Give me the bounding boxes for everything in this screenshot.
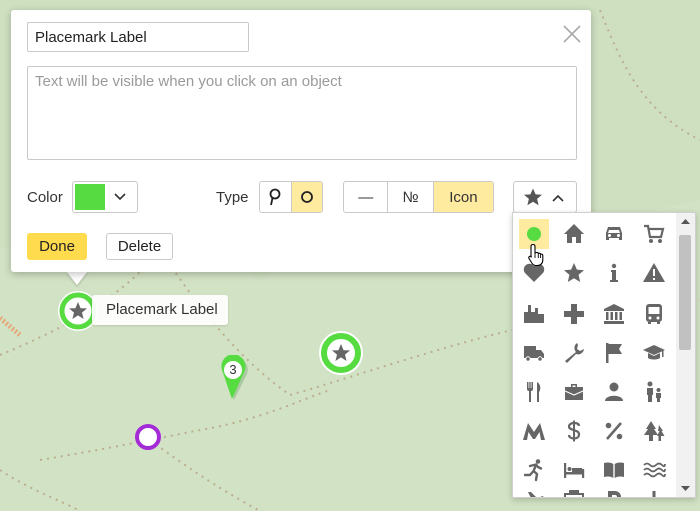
icon-option-cross[interactable] — [559, 299, 589, 329]
icon-option-star[interactable] — [559, 258, 589, 288]
scroll-down-button[interactable] — [676, 480, 695, 497]
wrench-icon — [565, 343, 584, 363]
placemark-circle-purple[interactable] — [135, 424, 161, 450]
cart-icon — [644, 224, 665, 243]
running-icon — [523, 459, 543, 482]
chevron-up-icon — [552, 194, 564, 202]
truck-icon — [524, 346, 544, 362]
placemark-description-input[interactable] — [27, 66, 577, 160]
close-icon — [563, 25, 581, 43]
percent-icon — [605, 422, 623, 440]
icon-option-percent[interactable] — [599, 416, 629, 446]
type-option-pin[interactable] — [260, 182, 292, 212]
family-icon — [647, 381, 661, 402]
icon-option-mountain[interactable] — [519, 416, 549, 446]
bed-icon — [564, 463, 585, 478]
icon-option-family[interactable] — [639, 377, 669, 407]
icon-option-book[interactable] — [599, 455, 629, 485]
color-swatch — [75, 184, 105, 210]
icon-option-wrench[interactable] — [559, 338, 589, 368]
trees-icon — [644, 421, 665, 441]
circle-icon — [300, 191, 313, 203]
dollar-icon — [567, 420, 581, 442]
cluster-pin[interactable]: 3 — [218, 355, 250, 401]
icon-option-flag[interactable] — [599, 338, 629, 368]
icon-option-bed[interactable] — [559, 455, 589, 485]
placemark-label[interactable]: Placemark Label — [92, 295, 228, 325]
scroll-up-button[interactable] — [676, 213, 695, 230]
content-style-selector: — № Icon — [343, 181, 494, 213]
cross-icon — [564, 304, 584, 324]
waves-icon — [643, 462, 666, 478]
type-selector — [259, 181, 323, 213]
factory-icon — [524, 305, 544, 323]
bank-icon — [604, 304, 624, 324]
color-label: Color — [27, 189, 63, 206]
icon-panel-scrollbar[interactable] — [676, 213, 695, 497]
style-option-none[interactable]: — — [344, 182, 389, 212]
mountain-icon — [523, 423, 545, 440]
hand-cursor-icon — [528, 243, 544, 267]
icon-option-plus[interactable] — [639, 485, 669, 497]
icon-option-person[interactable] — [599, 377, 629, 407]
home-icon — [564, 224, 584, 243]
icon-option-truck[interactable] — [519, 338, 549, 368]
icon-option-home[interactable] — [559, 219, 589, 249]
person-icon — [605, 382, 623, 401]
icon-option-dollar[interactable] — [559, 416, 589, 446]
info-icon — [610, 263, 618, 282]
cluster-count: 3 — [229, 362, 237, 377]
airplane-icon — [528, 492, 544, 497]
delete-button[interactable]: Delete — [106, 233, 173, 260]
icon-option-bank[interactable] — [599, 299, 629, 329]
placemark-title-input[interactable] — [27, 22, 249, 52]
style-option-number[interactable]: № — [388, 182, 434, 212]
icon-option-cart[interactable] — [639, 219, 669, 249]
star-icon — [564, 263, 584, 282]
placemark-star-2[interactable] — [319, 331, 363, 375]
parking-icon — [608, 491, 621, 497]
close-button[interactable] — [561, 23, 583, 45]
chevron-down-icon — [114, 193, 126, 201]
icon-option-running[interactable] — [519, 455, 549, 485]
icon-option-parking[interactable] — [599, 485, 629, 497]
flag-icon — [606, 343, 622, 363]
placemark-editor: Color Type — № Icon Done — [11, 10, 591, 272]
icon-option-info[interactable] — [599, 258, 629, 288]
icon-option-trees[interactable] — [639, 416, 669, 446]
triangle-down-icon — [681, 486, 690, 491]
icon-option-factory[interactable] — [519, 299, 549, 329]
type-label: Type — [216, 189, 249, 206]
graduation-cap-icon — [643, 345, 665, 360]
bus-icon — [646, 304, 662, 324]
icon-option-warning[interactable] — [639, 258, 669, 288]
icon-dropdown-toggle[interactable] — [513, 181, 577, 213]
triangle-up-icon — [681, 219, 690, 224]
icon-option-car[interactable] — [599, 219, 629, 249]
color-picker[interactable] — [72, 181, 138, 213]
suitcase-icon — [564, 490, 584, 497]
warning-icon — [643, 263, 665, 282]
icon-option-briefcase[interactable] — [559, 377, 589, 407]
star-icon — [524, 188, 542, 206]
plus-icon — [652, 491, 656, 497]
style-option-icon[interactable]: Icon — [433, 182, 493, 212]
icon-option-graduation-cap[interactable] — [639, 338, 669, 368]
briefcase-icon — [564, 384, 584, 400]
icon-option-waves[interactable] — [639, 455, 669, 485]
type-option-circle[interactable] — [291, 182, 322, 212]
pin-icon — [269, 188, 281, 206]
icon-option-fork-knife[interactable] — [519, 377, 549, 407]
car-icon — [606, 227, 622, 240]
icon-option-airplane[interactable] — [519, 485, 549, 497]
balloon-tail — [66, 271, 88, 285]
done-button[interactable]: Done — [27, 233, 87, 260]
icon-option-bus[interactable] — [639, 299, 669, 329]
icon-option-suitcase[interactable] — [559, 485, 589, 497]
book-icon — [604, 462, 624, 478]
scroll-thumb[interactable] — [679, 235, 691, 350]
fork-knife-icon — [527, 382, 541, 402]
